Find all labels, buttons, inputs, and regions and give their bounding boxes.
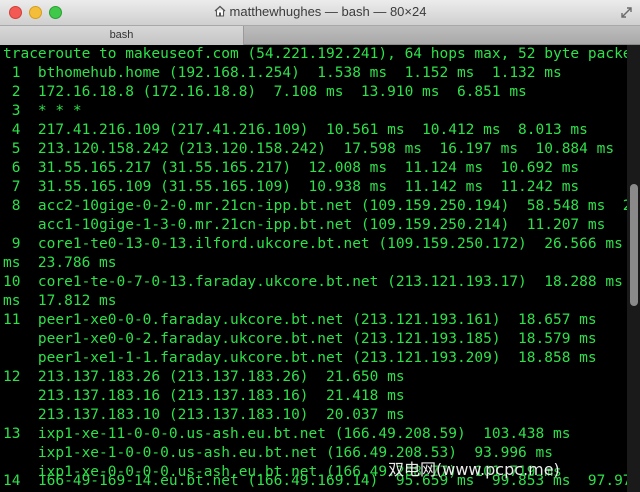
window-title-text: matthewhughes — bash — 80×24 — [229, 4, 427, 19]
terminal-line: 5 213.120.158.242 (213.120.158.242) 17.5… — [3, 141, 615, 157]
terminal-line: acc1-10gige-1-3-0.mr.21cn-ipp.bt.net (10… — [3, 217, 606, 233]
vertical-scrollbar[interactable] — [627, 45, 640, 492]
terminal-line: peer1-xe0-0-2.faraday.ukcore.bt.net (213… — [3, 331, 597, 347]
tab-bash[interactable]: bash — [0, 26, 244, 45]
window-title: matthewhughes — bash — 80×24 — [0, 4, 640, 19]
tab-bar: bash — [0, 26, 640, 45]
terminal-output[interactable]: traceroute to makeuseof.com (54.221.192.… — [0, 45, 627, 492]
terminal-line: 4 217.41.216.109 (217.41.216.109) 10.561… — [3, 122, 588, 138]
terminal-line: 8 acc2-10gige-0-2-0.mr.21cn-ipp.bt.net (… — [11, 198, 627, 214]
terminal-line: 3 * * * — [3, 103, 82, 119]
terminal-line: 1 bthomehub.home (192.168.1.254) 1.538 m… — [3, 65, 562, 81]
scrollbar-thumb[interactable] — [630, 184, 638, 306]
terminal-line: 6 31.55.165.217 (31.55.165.217) 12.008 m… — [3, 160, 580, 176]
terminal-line: traceroute to makeuseof.com (54.221.192.… — [3, 46, 627, 62]
home-icon — [214, 5, 225, 17]
terminal-line: 9 core1-te0-13-0-13.ilford.ukcore.bt.net… — [3, 236, 627, 252]
terminal-line: 7 31.55.165.109 (31.55.165.109) 10.938 m… — [3, 179, 580, 195]
terminal-line: 11 peer1-xe0-0-0.faraday.ukcore.bt.net (… — [3, 312, 597, 328]
terminal-line: 213.137.183.10 (213.137.183.10) 20.037 m… — [3, 407, 405, 423]
terminal-line: 2 172.16.18.8 (172.16.18.8) 7.108 ms 13.… — [3, 84, 527, 100]
terminal-line: ms 17.812 ms — [3, 293, 117, 309]
window-titlebar[interactable]: matthewhughes — bash — 80×24 — [0, 0, 640, 26]
terminal-line: 12 213.137.183.26 (213.137.183.26) 21.65… — [3, 369, 405, 385]
fullscreen-arrows-icon[interactable] — [620, 6, 633, 19]
terminal-line: 13 ixp1-xe-11-0-0-0.us-ash.eu.bt.net (16… — [3, 426, 571, 442]
terminal-line: 10 core1-te-0-7-0-13.faraday.ukcore.bt.n… — [3, 274, 627, 290]
terminal-line: ms 23.786 ms — [3, 255, 117, 271]
terminal-line: 213.137.183.16 (213.137.183.16) 21.418 m… — [3, 388, 405, 404]
watermark: 双电网(www.pcpc.me) — [388, 460, 560, 479]
terminal-line: peer1-xe1-1-1.faraday.ukcore.bt.net (213… — [3, 350, 597, 366]
